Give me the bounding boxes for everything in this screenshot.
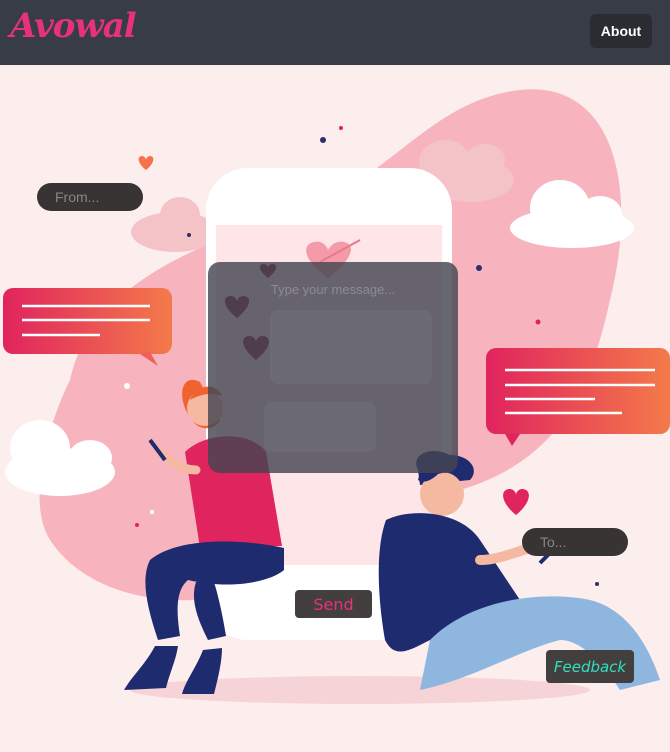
message-secondary-area (264, 402, 376, 452)
to-input[interactable] (522, 528, 628, 556)
feedback-button[interactable]: Feedback (546, 650, 634, 683)
message-panel (208, 262, 458, 473)
message-input[interactable] (208, 278, 458, 300)
brand-logo[interactable]: Avowal (10, 6, 137, 46)
from-input[interactable] (37, 183, 143, 211)
navbar: Avowal About (0, 0, 670, 65)
message-textarea-area[interactable] (270, 310, 432, 384)
send-button[interactable]: Send (295, 590, 372, 618)
about-button[interactable]: About (590, 14, 652, 48)
